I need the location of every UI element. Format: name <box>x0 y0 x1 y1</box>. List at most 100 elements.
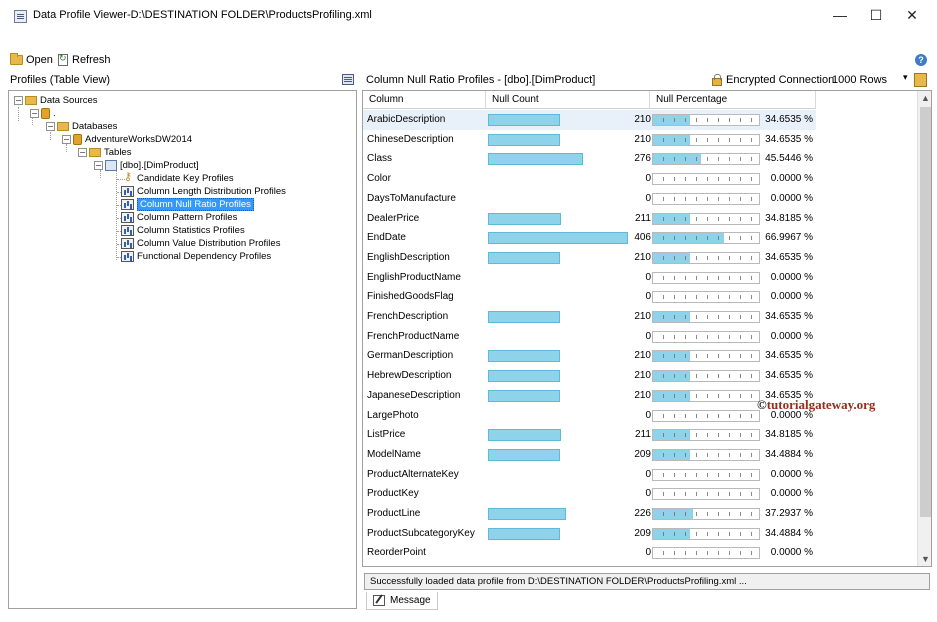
profiles-pane-header: Profiles (Table View) <box>8 71 357 90</box>
table-row[interactable]: JapaneseDescription 210 34.6535 % <box>363 386 816 406</box>
view-toggle-icon[interactable] <box>342 74 354 85</box>
table-row[interactable]: FinishedGoodsFlag 0 0.0000 % <box>363 287 816 307</box>
null-percentage-cell: 0.0000 % <box>770 547 813 559</box>
window-title: Data Profile Viewer-D:\DESTINATION FOLDE… <box>33 9 372 21</box>
tree-item-column-length-distribution-profiles[interactable]: Column Length Distribution Profiles <box>121 185 286 198</box>
table-row[interactable]: ProductKey 0 0.0000 % <box>363 484 816 504</box>
help-icon[interactable]: ? <box>915 54 927 66</box>
profile-viewer-header: Column Null Ratio Profiles - [dbo].[DimP… <box>362 71 932 90</box>
tree-label: AdventureWorksDW2014 <box>85 134 193 145</box>
collapse-icon[interactable]: − <box>14 96 23 105</box>
tree-node-server[interactable]: − . <box>30 107 56 120</box>
null-percentage-bar <box>652 448 760 461</box>
open-button[interactable]: Open <box>10 53 53 67</box>
collapse-icon[interactable]: − <box>94 161 103 170</box>
table-row[interactable]: DaysToManufacture 0 0.0000 % <box>363 189 816 209</box>
collapse-icon[interactable]: − <box>62 135 71 144</box>
null-count-bar <box>488 251 560 264</box>
tree-item-column-value-distribution-profiles[interactable]: Column Value Distribution Profiles <box>121 237 280 250</box>
table-row[interactable]: Color 0 0.0000 % <box>363 169 816 189</box>
profile-title: Column Null Ratio Profiles - [dbo].[DimP… <box>366 74 596 86</box>
null-percentage-bar <box>652 251 760 264</box>
table-row[interactable]: GermanDescription 210 34.6535 % <box>363 346 816 366</box>
table-row[interactable]: FrenchProductName 0 0.0000 % <box>363 327 816 347</box>
table-row[interactable]: ListPrice 211 34.8185 % <box>363 425 816 445</box>
tree-node-data-sources[interactable]: − Data Sources <box>14 94 98 107</box>
null-percentage-bar <box>652 350 760 363</box>
null-percentage-ticks <box>653 548 759 559</box>
maximize-button[interactable]: ☐ <box>858 4 894 26</box>
table-row[interactable]: EnglishDescription 210 34.6535 % <box>363 248 816 268</box>
close-button[interactable]: ✕ <box>894 4 930 26</box>
table-row[interactable]: Class 276 45.5446 % <box>363 149 816 169</box>
null-percentage-cell: 0.0000 % <box>770 173 813 185</box>
collapse-icon[interactable]: − <box>46 122 55 131</box>
column-name-cell: ChineseDescription <box>367 133 454 145</box>
refresh-icon <box>58 53 68 66</box>
refresh-button[interactable]: Refresh <box>58 53 111 67</box>
column-name-cell: FinishedGoodsFlag <box>367 291 454 303</box>
null-percentage-cell: 34.6535 % <box>765 350 813 362</box>
vertical-scrollbar[interactable]: ▲ ▼ <box>917 91 931 566</box>
null-count-cell: 0 <box>645 547 651 559</box>
tree-node-database[interactable]: − AdventureWorksDW2014 <box>62 133 192 146</box>
tree-item-functional-dependency-profiles[interactable]: Functional Dependency Profiles <box>121 250 271 263</box>
null-count-bar <box>488 429 561 442</box>
table-row[interactable]: FrenchDescription 210 34.6535 % <box>363 307 816 327</box>
app-icon <box>14 10 27 23</box>
column-name-cell: ListPrice <box>367 429 406 441</box>
table-row[interactable]: ProductAlternateKey 0 0.0000 % <box>363 465 816 485</box>
table-row[interactable]: ProductSubcategoryKey 209 34.4884 % <box>363 524 816 544</box>
toolbar: Open Refresh <box>0 50 937 70</box>
export-icon[interactable] <box>914 73 927 87</box>
null-percentage-ticks <box>653 410 759 421</box>
table-row[interactable]: ProductLine 226 37.2937 % <box>363 504 816 524</box>
tree-item-candidate-key-profiles[interactable]: Candidate Key Profiles <box>124 170 234 185</box>
tree-label: Databases <box>72 121 118 132</box>
collapse-icon[interactable]: − <box>78 148 87 157</box>
table-row[interactable]: EndDate 406 66.9967 % <box>363 228 816 248</box>
tree-item-column-pattern-profiles[interactable]: Column Pattern Profiles <box>121 211 237 224</box>
server-icon <box>41 108 50 119</box>
null-count-cell: 210 <box>634 389 651 401</box>
null-percentage-cell: 37.2937 % <box>765 508 813 519</box>
table-row[interactable]: EnglishProductName 0 0.0000 % <box>363 268 816 288</box>
folder-icon <box>25 96 37 105</box>
collapse-icon[interactable]: − <box>30 109 39 118</box>
column-header-null-percentage[interactable]: Null Percentage <box>650 91 816 109</box>
column-header-column[interactable]: Column <box>363 91 486 109</box>
database-icon <box>73 134 82 145</box>
table-row[interactable]: DealerPrice 211 34.8185 % <box>363 209 816 229</box>
scroll-down-icon[interactable]: ▼ <box>918 552 931 566</box>
table-row[interactable]: ModelName 209 34.4884 % <box>363 445 816 465</box>
table-row[interactable]: ArabicDescription 210 34.6535 % <box>363 110 816 130</box>
tree-node-databases[interactable]: − Databases <box>46 120 117 133</box>
tree-node-table[interactable]: − [dbo].[DimProduct] <box>94 159 199 172</box>
column-header-null-count[interactable]: Null Count <box>486 91 650 109</box>
chevron-down-icon[interactable]: ▾ <box>903 72 908 83</box>
null-count-bar <box>488 527 560 540</box>
tree-item-column-null-ratio-profiles[interactable]: Column Null Ratio Profiles <box>121 198 254 211</box>
column-name-cell: ArabicDescription <box>367 114 446 125</box>
tree-item-column-statistics-profiles[interactable]: Column Statistics Profiles <box>121 224 245 237</box>
null-count-cell: 210 <box>634 133 651 145</box>
table-row[interactable]: HebrewDescription 210 34.6535 % <box>363 366 816 386</box>
tree-node-tables[interactable]: − Tables <box>78 146 131 159</box>
table-row[interactable]: ChineseDescription 210 34.6535 % <box>363 130 816 150</box>
null-count-bar <box>488 311 560 323</box>
table-row[interactable]: ReorderPoint 0 0.0000 % <box>363 543 816 563</box>
minimize-button[interactable]: — <box>822 4 858 26</box>
table-row[interactable]: LargePhoto 0 0.0000 % <box>363 406 816 426</box>
null-percentage-bar <box>652 192 760 205</box>
null-percentage-bar <box>652 468 760 481</box>
column-name-cell: ProductSubcategoryKey <box>367 527 475 539</box>
null-count-cell: 211 <box>635 212 651 224</box>
null-percentage-ticks <box>653 489 759 500</box>
tree-label-selected: Column Null Ratio Profiles <box>137 198 254 211</box>
scroll-up-icon[interactable]: ▲ <box>918 91 931 105</box>
message-tab[interactable]: Message <box>366 592 438 610</box>
rows-selector[interactable]: 1000 Rows <box>832 74 887 86</box>
column-name-cell: FrenchProductName <box>367 330 460 342</box>
null-count-cell: 0 <box>645 271 651 283</box>
scroll-thumb[interactable] <box>920 107 931 517</box>
